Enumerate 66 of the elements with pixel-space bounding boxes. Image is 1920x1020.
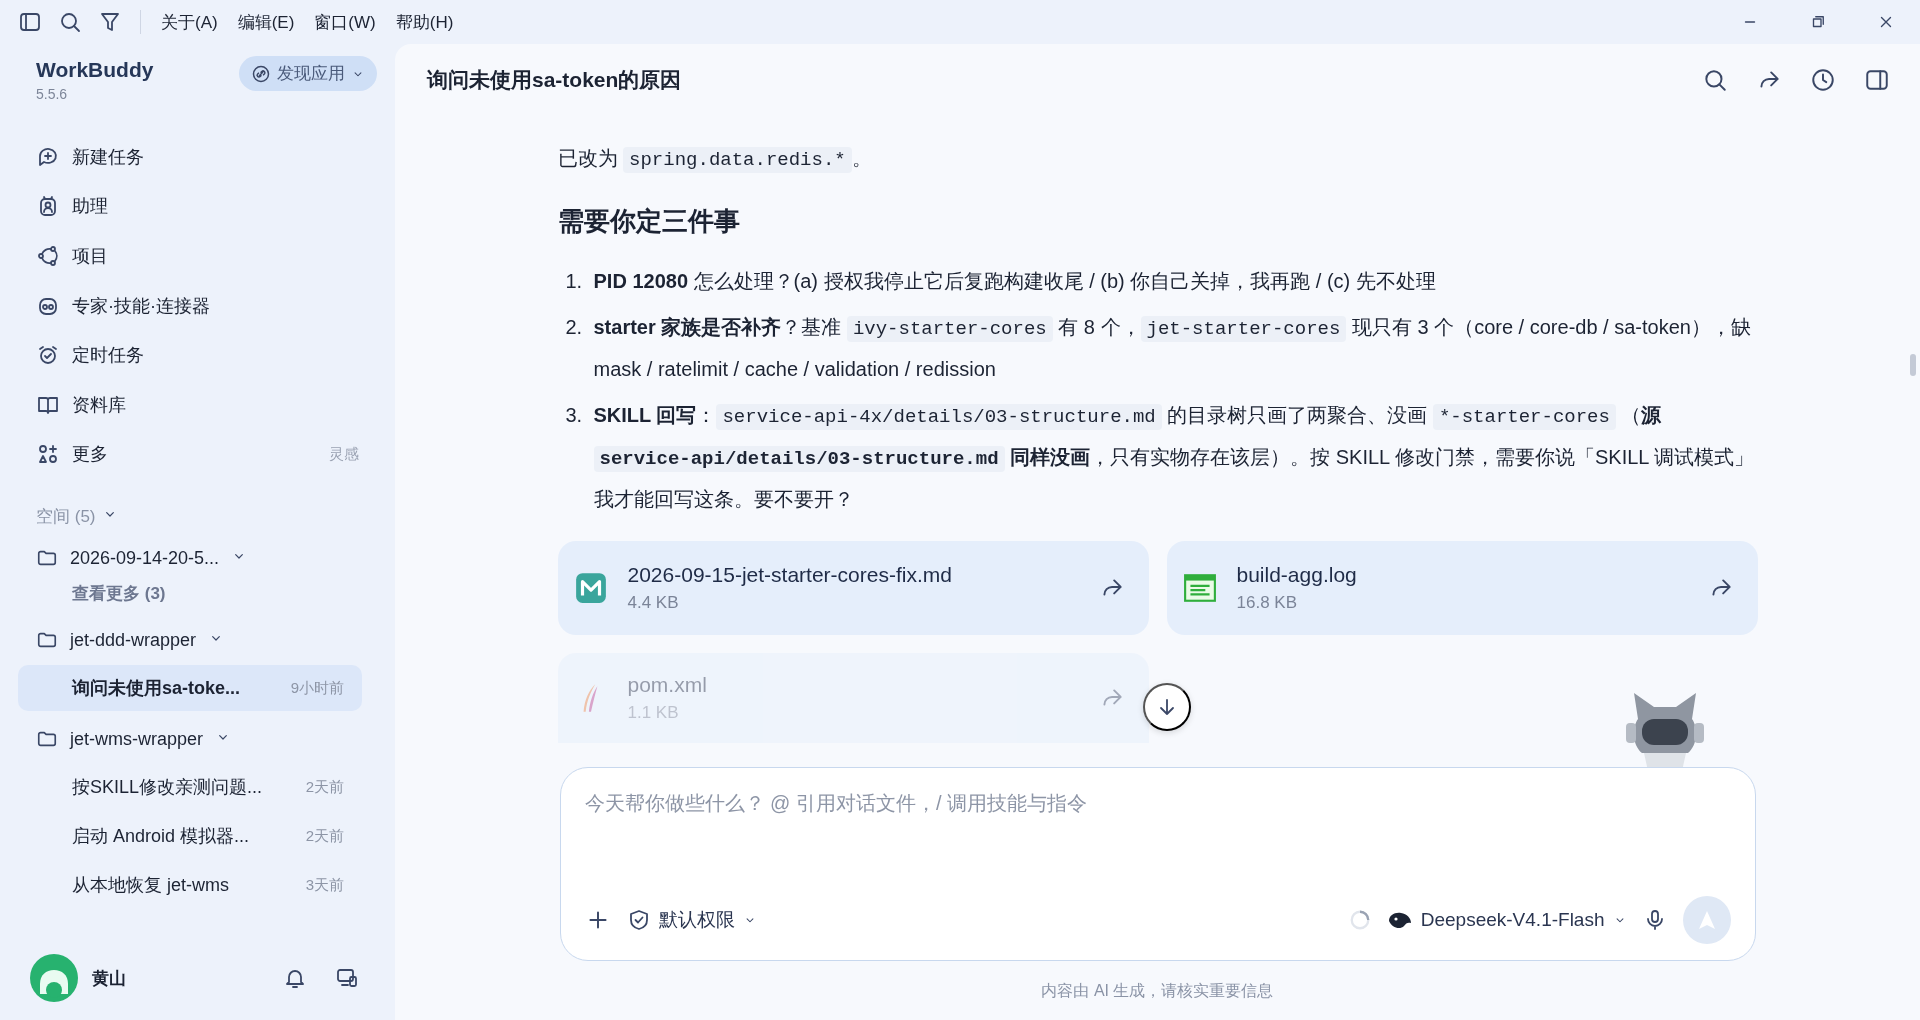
file-card[interactable]: 2026-09-15-jet-starter-cores-fix.md 4.4 KB [557,541,1149,635]
see-more-link[interactable]: 查看更多 (3) [0,583,395,616]
task-item[interactable]: 按SKILL修改亲测问题... 2天前 [18,764,362,811]
conversation-title: 询问未使用sa-token的原因 [427,67,682,93]
nav-item[interactable]: 助理 [72,194,359,219]
folder-name[interactable]: 2026-09-14-20-5... [70,547,220,569]
file-card[interactable]: build-agg.log 16.8 KB [1166,541,1758,635]
user-name: 黄山 [92,967,127,990]
devices-icon[interactable] [335,966,359,990]
scrollbar-thumb[interactable] [1910,354,1916,376]
list-item-text: SKILL 回写： service-api-4x/details/03-structure.md 的目录树只画了两聚合、没画 *-starter-cores （源 service-api/details/03-structure.md 同样没画，只有实物存在该层）。按 SKILL 修改门禁，需要你说「SKILL 调试模式」我才能回写这条。要不要开？ [593,403,1756,512]
history-icon[interactable] [1810,67,1836,93]
scroll-down-button[interactable] [1142,683,1191,731]
nodes-icon [36,244,60,268]
file-name: 2026-09-15-jet-starter-cores-fix.md [627,563,953,587]
file-size: 16.8 KB [1236,593,1298,613]
task-item[interactable]: 询问未使用sa-toke... 9小时前 [18,665,362,712]
task-title: 询问未使用sa-toke... [72,677,241,701]
disclaimer-text: 内容由 AI 生成，请核实重要信息 [1041,981,1274,1001]
task-item[interactable]: 从本地恢复 jet-wms 3天前 [18,862,362,909]
nav-item[interactable]: 定时任务 [72,343,359,368]
message-input[interactable]: 今天帮你做些什么？ @ 引用对话文件，/ 调用技能与指令 [584,788,1731,818]
task-title: 启动 Android 模拟器... [72,825,250,849]
list-number: 3. [565,403,584,428]
section-heading: 需要你定三件事 [557,205,741,238]
nav-item[interactable]: 专家·技能·连接器 [72,293,359,318]
side-panel-icon[interactable] [1864,67,1890,93]
nav-hint: 灵感 [329,444,359,464]
task-time: 3天前 [305,875,344,895]
file-name: build-agg.log [1236,563,1358,587]
folder-name[interactable]: jet-wms-wrapper [70,728,204,750]
nav-item[interactable]: 项目 [72,244,359,268]
list-item-text: PID 12080 怎么处理？(a) 授权我停止它后复跑构建收尾 / (b) 你自己关掉，我再跑 / (c) 先不处理 [593,269,1436,294]
nav-item[interactable]: 更多 [72,442,317,467]
menu-item[interactable]: 窗口(W) [304,6,386,38]
discover-apps-button[interactable]: 发现应用 [239,56,377,91]
list-item-text: starter 家族是否补齐？基准 ivy-starter-cores 有 8 个， jet-starter-cores 现只有 3 个（core / core-db / sa-token），缺 mask / ratelimit / cache / validation / redission [593,315,1752,382]
task-time: 2天前 [305,826,344,846]
app-name: WorkBuddy [36,58,154,82]
model-selector[interactable]: Deepseek-V4.1-Flash [1386,909,1627,931]
nav-item[interactable]: 资料库 [72,392,359,417]
list-number: 1. [565,269,584,294]
search-icon[interactable] [1702,67,1728,93]
loading-spinner-icon [1348,909,1371,931]
sidebar-toggle-icon[interactable] [18,10,42,34]
folder-name[interactable]: jet-ddd-wrapper [70,629,197,651]
task-title: 按SKILL修改亲测问题... [72,776,263,800]
markdown-file-icon [573,571,608,605]
list-number: 2. [565,315,584,340]
nav-item[interactable]: 新建任务 [72,144,359,169]
menu-item[interactable]: 编辑(E) [227,6,305,38]
menu-item[interactable]: 帮助(H) [385,6,464,38]
file-size: 4.4 KB [627,593,680,613]
task-time: 2天前 [305,777,344,797]
text-file-icon [1182,571,1217,605]
task-title: 从本地恢复 jet-wms [72,874,229,898]
permission-dropdown[interactable]: 默认权限 [626,907,757,933]
app-version: 5.5.6 [36,86,69,102]
search-icon[interactable] [58,10,82,34]
task-time: 9小时前 [290,678,344,698]
file-name: pom.xml [627,673,708,697]
menu-item[interactable]: 关于(A) [151,6,228,38]
avatar[interactable] [30,954,78,1002]
link-icon [251,63,271,84]
task-item[interactable]: 启动 Android 模拟器... 2天前 [18,813,362,860]
funnel-icon[interactable] [98,10,122,34]
